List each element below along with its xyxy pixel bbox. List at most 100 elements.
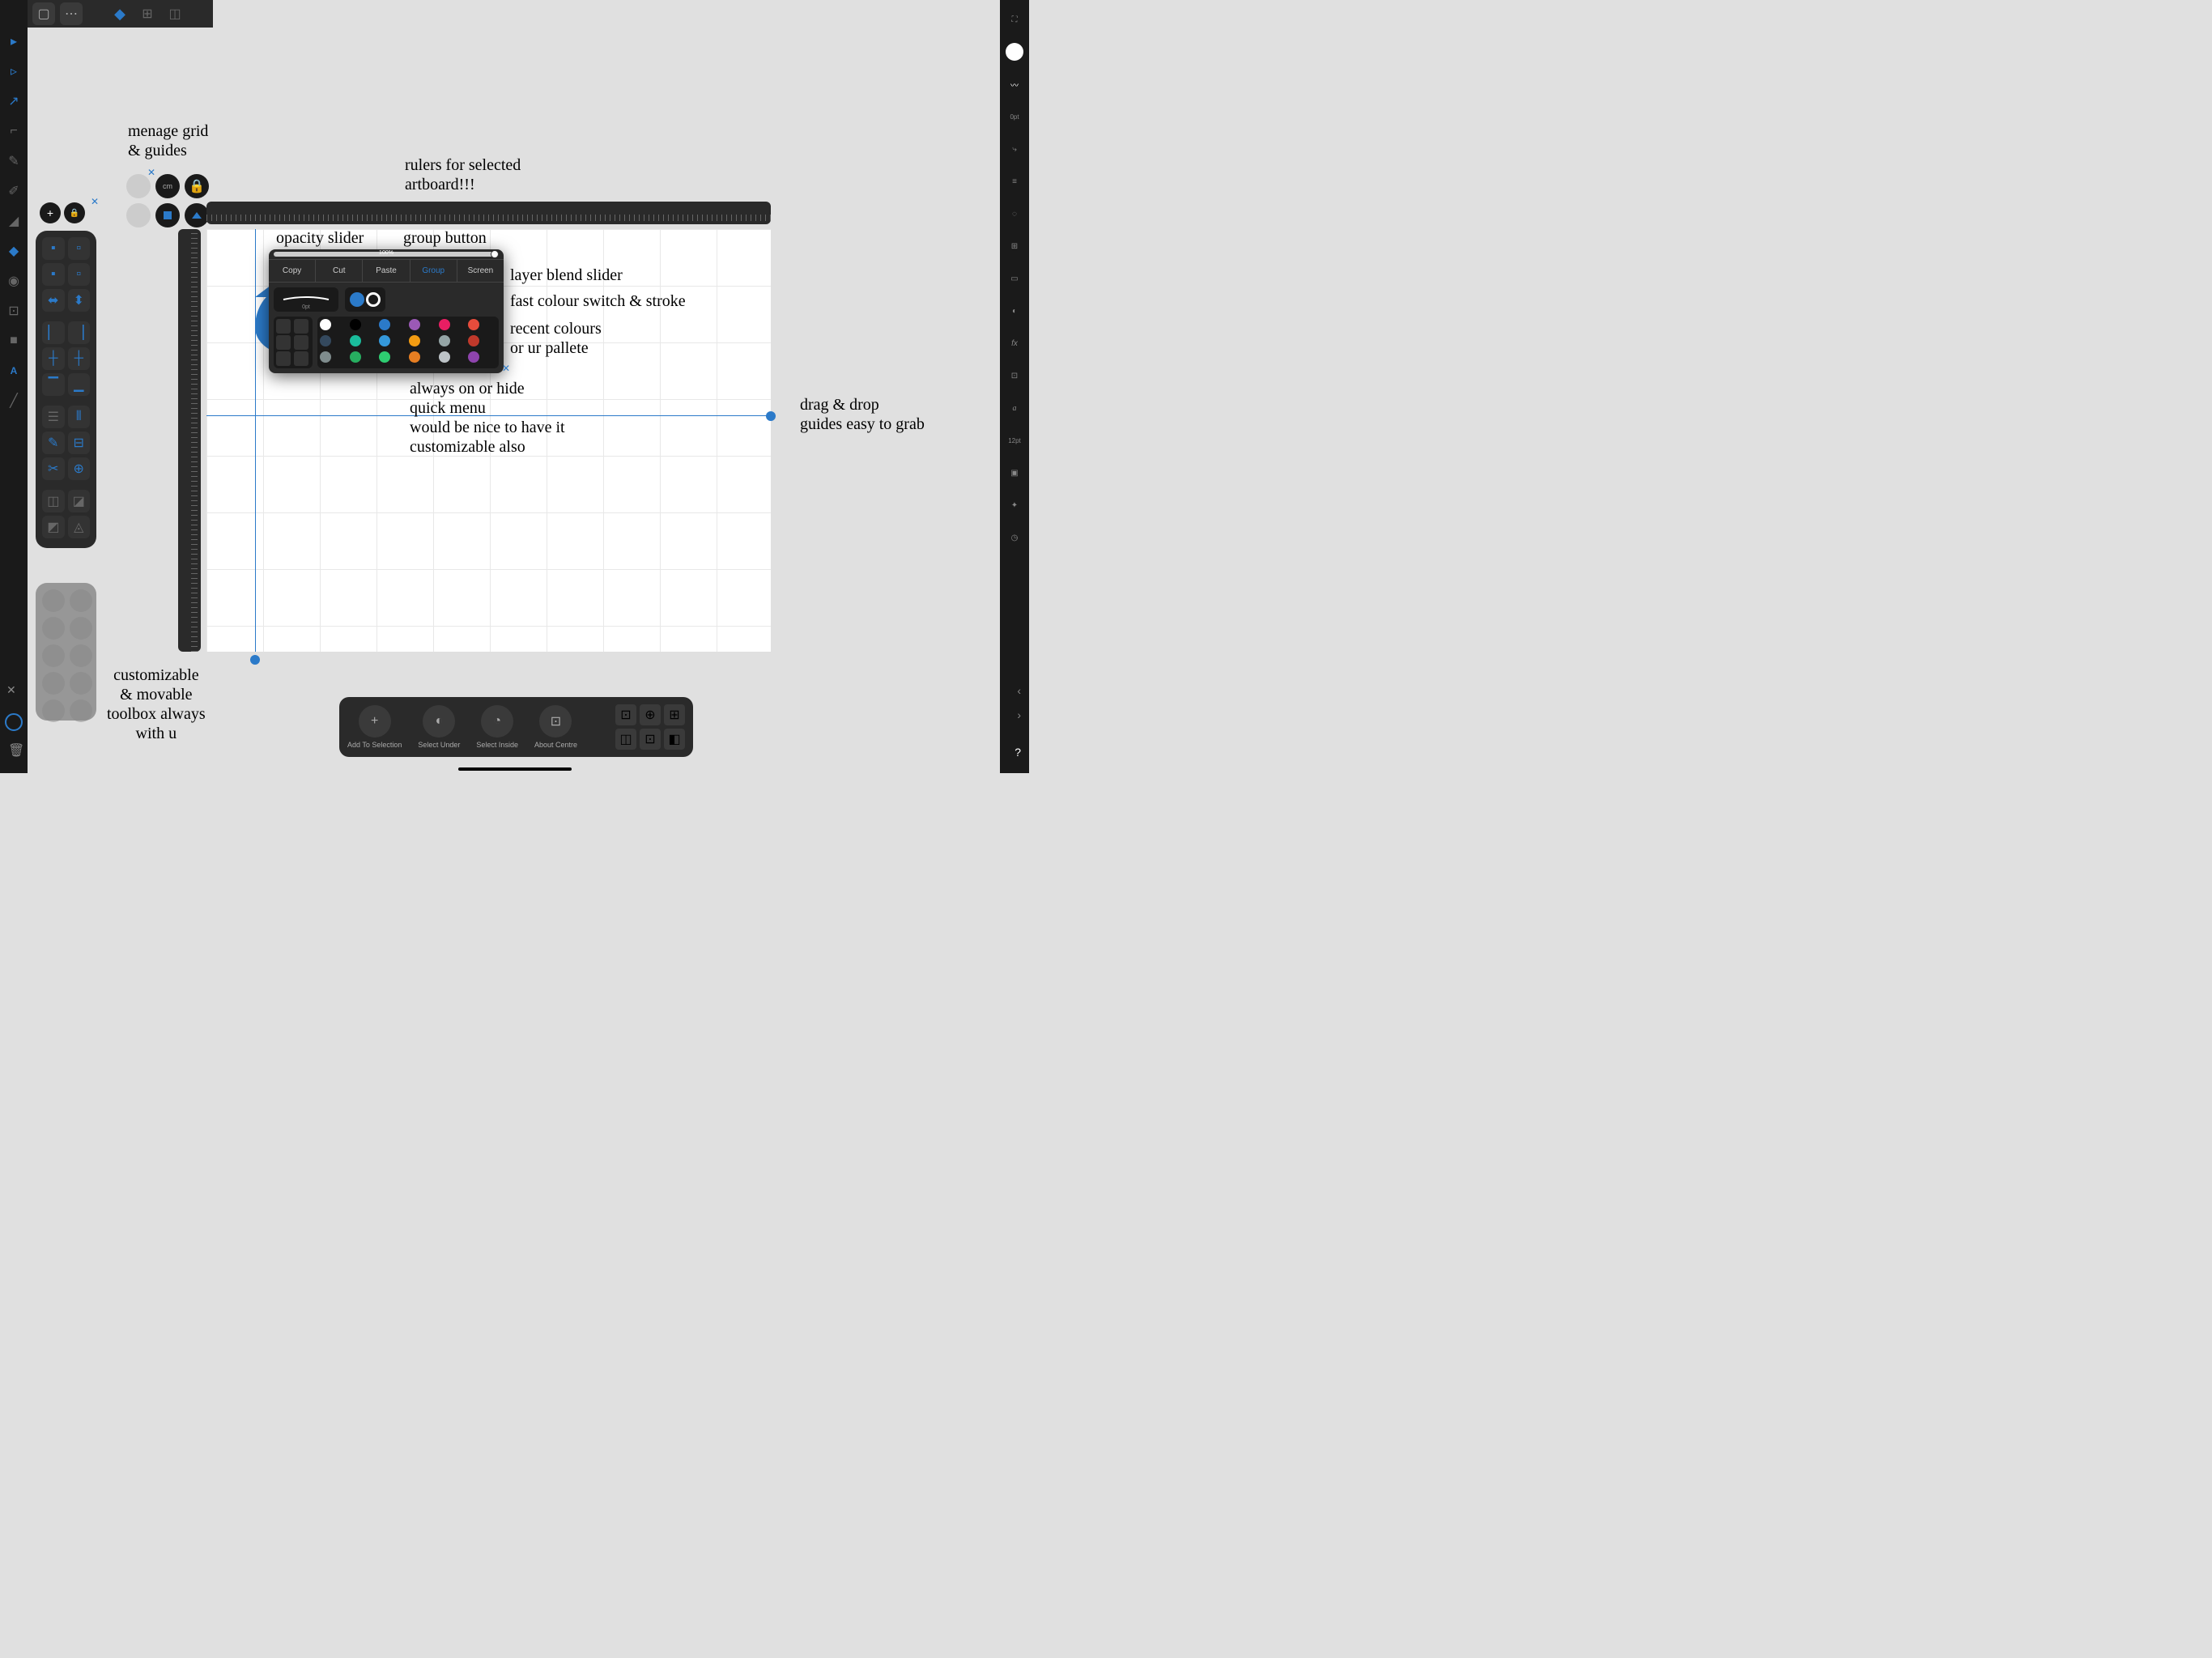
colour-swatch[interactable]: [379, 319, 390, 330]
blend-mode-button[interactable]: Screen: [457, 260, 504, 282]
arrange-forward[interactable]: ▪: [42, 263, 65, 286]
crop-tool[interactable]: ⊡: [5, 302, 23, 320]
empty-slot[interactable]: [70, 699, 92, 722]
transform-5[interactable]: ⊡: [640, 729, 661, 750]
chevron-left-icon[interactable]: ‹: [1017, 684, 1021, 697]
grid-guides-panel[interactable]: cm 🔒: [126, 174, 209, 232]
empty-slot[interactable]: [42, 617, 65, 640]
guide-handle[interactable]: [766, 411, 776, 421]
boolean-xor[interactable]: ◬: [68, 516, 91, 538]
more-icon[interactable]: ⋯: [60, 2, 83, 25]
pal-op-6[interactable]: [294, 351, 308, 366]
add-toolbox-button[interactable]: +: [40, 202, 61, 223]
transparency-tool[interactable]: ◉: [5, 272, 23, 290]
arrange-backward[interactable]: ▫: [68, 263, 91, 286]
context-button[interactable]: ⊡: [539, 705, 572, 738]
brush-preview[interactable]: 0pt: [274, 287, 338, 312]
toolbox-extension[interactable]: [36, 583, 96, 721]
pen-tool[interactable]: ✎: [5, 152, 23, 170]
node-tool[interactable]: ▹: [5, 62, 23, 80]
history-icon[interactable]: ◷: [1003, 526, 1026, 549]
grid-option-2[interactable]: [126, 203, 151, 227]
colour-swatch[interactable]: [320, 351, 331, 363]
distribute-h[interactable]: ☰: [42, 406, 65, 428]
empty-slot[interactable]: [42, 589, 65, 612]
distribute-v[interactable]: ⦀: [68, 406, 91, 428]
brush-tool[interactable]: ◢: [5, 212, 23, 230]
context-button[interactable]: ◔: [481, 705, 513, 738]
arrange-front[interactable]: ▪: [42, 237, 65, 260]
boolean-add[interactable]: ◫: [42, 490, 65, 512]
transform-2[interactable]: ⊕: [640, 704, 661, 725]
vertical-ruler[interactable]: [178, 229, 201, 652]
colour-swatch[interactable]: [409, 319, 420, 330]
trash-icon[interactable]: 🗑: [8, 742, 24, 759]
stock-icon[interactable]: ▭: [1003, 267, 1026, 290]
colour-swatch[interactable]: [409, 351, 420, 363]
context-button[interactable]: +: [359, 705, 391, 738]
align-hcenter[interactable]: ┼: [42, 347, 65, 370]
boolean-subtract[interactable]: ◪: [68, 490, 91, 512]
close-quick-menu[interactable]: ✕: [502, 363, 510, 374]
pal-op-2[interactable]: [294, 319, 308, 334]
colour-swatch[interactable]: [468, 335, 479, 346]
layers-icon[interactable]: ≡: [1003, 170, 1026, 193]
empty-slot[interactable]: [42, 699, 65, 722]
spacing-tool[interactable]: ⊟: [68, 432, 91, 454]
colour-swatch[interactable]: [468, 351, 479, 363]
paste-button[interactable]: Paste: [363, 260, 410, 282]
colour-swatch[interactable]: [439, 319, 450, 330]
flip-v[interactable]: ⬍: [68, 289, 91, 312]
floating-toolbox[interactable]: ▪▫ ▪▫ ⬌⬍ ▏▕ ┼┼ ▔▁ ☰⦀ ✎⊟ ✂⊕ ◫◪ ◩◬: [36, 231, 96, 548]
empty-slot[interactable]: [70, 672, 92, 695]
move-tool[interactable]: ▸: [5, 32, 23, 50]
quick-menu[interactable]: 100% Copy Cut Paste Group Screen 0pt: [269, 249, 504, 373]
eyedropper-icon[interactable]: ⤷: [1003, 138, 1026, 160]
pal-op-1[interactable]: [276, 319, 291, 334]
grid-option-1[interactable]: [126, 174, 151, 198]
align-right[interactable]: ▕: [68, 321, 91, 344]
text-tool[interactable]: A: [5, 362, 23, 380]
colour-swatch[interactable]: [320, 319, 331, 330]
empty-slot[interactable]: [42, 644, 65, 667]
colour-swatch[interactable]: [468, 319, 479, 330]
grid-unit-button[interactable]: cm: [155, 174, 180, 198]
empty-slot[interactable]: [70, 589, 92, 612]
empty-slot[interactable]: [70, 617, 92, 640]
snapping-toggle[interactable]: [5, 713, 23, 731]
empty-slot[interactable]: [70, 644, 92, 667]
copy-button[interactable]: Copy: [269, 260, 316, 282]
swatches-icon[interactable]: ⊞: [1003, 235, 1026, 257]
colour-well[interactable]: [1003, 40, 1026, 63]
point-transform-tool[interactable]: ↗: [5, 92, 23, 110]
edit-tool[interactable]: ✎: [42, 432, 65, 454]
flip-h[interactable]: ⬌: [42, 289, 65, 312]
corner-tool[interactable]: ⌐: [5, 122, 23, 140]
app-icon[interactable]: ◆: [108, 2, 131, 25]
colour-swatch[interactable]: [350, 351, 361, 363]
colour-swatch[interactable]: [350, 319, 361, 330]
transform-4[interactable]: ◫: [615, 729, 636, 750]
boolean-intersect[interactable]: ◩: [42, 516, 65, 538]
panels-icon[interactable]: ◫: [164, 2, 186, 25]
guide-handle[interactable]: [250, 655, 260, 665]
cut-button[interactable]: Cut: [316, 260, 363, 282]
opacity-slider[interactable]: 100%: [269, 249, 504, 259]
colour-swatch[interactable]: [350, 335, 361, 346]
link-tool[interactable]: ⊕: [68, 457, 91, 480]
stroke-style[interactable]: 〰: [1003, 73, 1026, 96]
pal-op-4[interactable]: [294, 335, 308, 350]
pencil-tool[interactable]: ✐: [5, 182, 23, 200]
constraints-icon[interactable]: ⊡: [1003, 364, 1026, 387]
chevron-right-icon[interactable]: ›: [1017, 708, 1021, 721]
adjustments-icon[interactable]: ◐: [1003, 300, 1026, 322]
transform-1[interactable]: ⊡: [615, 704, 636, 725]
fill-stroke-swap[interactable]: [345, 287, 385, 312]
colour-swatch[interactable]: [439, 351, 450, 363]
close-icon[interactable]: ✕: [6, 683, 16, 697]
navigator-icon[interactable]: ✦: [1003, 494, 1026, 517]
close-toolbox[interactable]: ✕: [91, 196, 99, 207]
slider-handle[interactable]: [491, 250, 499, 258]
colour-swatch[interactable]: [320, 335, 331, 346]
colour-picker-tool[interactable]: ╱: [5, 392, 23, 410]
